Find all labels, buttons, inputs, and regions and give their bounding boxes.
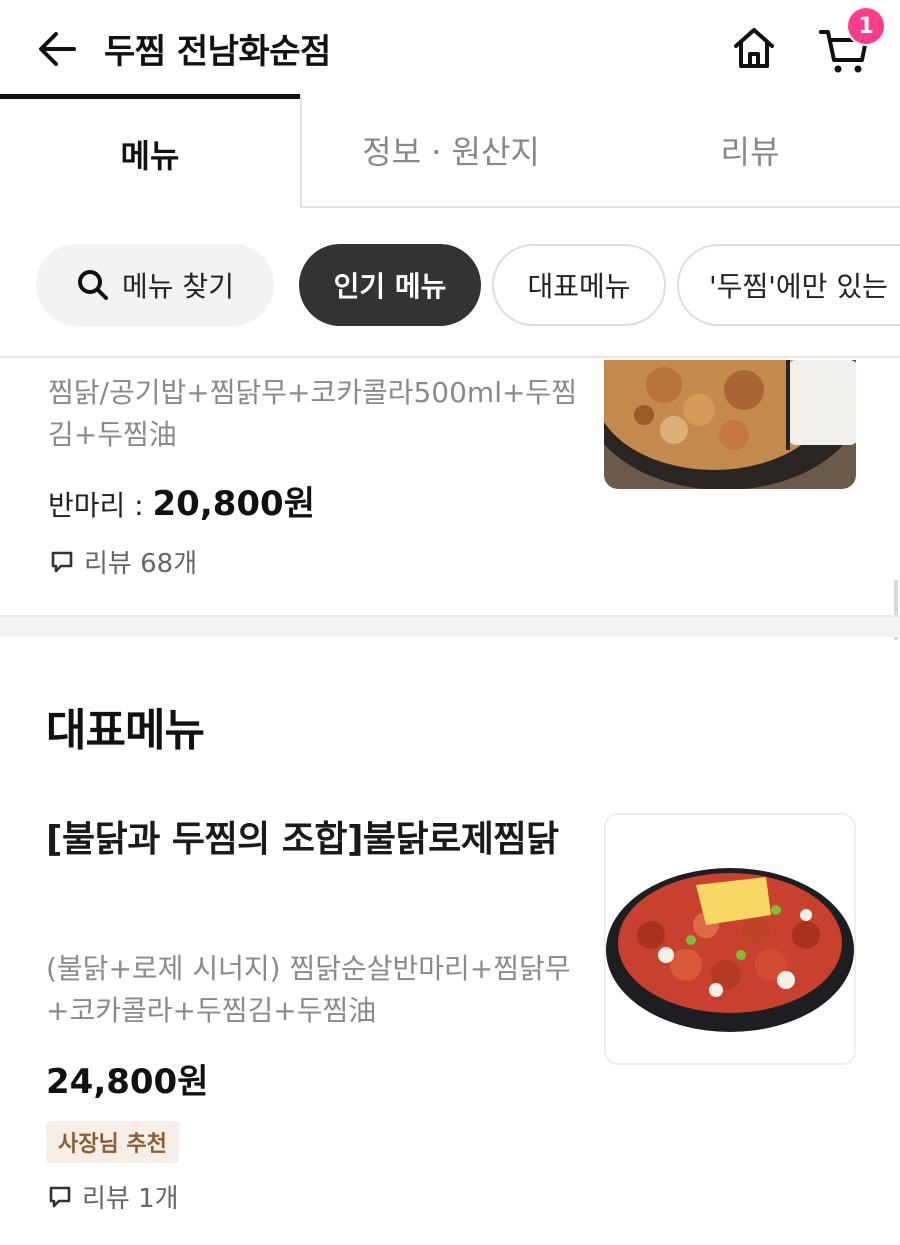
- price-amount: 20,800원: [152, 484, 315, 524]
- menu-item-price: 24,800원: [46, 1062, 209, 1102]
- menu-item-review-count[interactable]: 리뷰 1개: [46, 1178, 179, 1215]
- section-divider: [0, 615, 900, 637]
- menu-item-photo[interactable]: [604, 360, 856, 489]
- cart-count-badge: 1: [846, 6, 886, 46]
- section-title: 대표메뉴: [46, 705, 205, 756]
- chip-main-menu[interactable]: 대표메뉴: [492, 244, 666, 326]
- tab-info-origin[interactable]: 정보 · 원산지: [300, 94, 600, 208]
- price-label: 반마리 :: [48, 489, 153, 522]
- review-count-text: 리뷰 68개: [84, 549, 198, 579]
- menu-item-description[interactable]: (불닭+로제 시너지) 찜닭순살반마리+찜닭무+코카콜라+두찜김+두찜油: [46, 948, 586, 1032]
- review-count-text: 리뷰 1개: [82, 1184, 179, 1214]
- chip-dujjim-only[interactable]: '두찜'에만 있는: [677, 244, 900, 326]
- menu-item-photo[interactable]: [604, 813, 856, 1065]
- app-header: 두찜 전남화순점 1: [0, 0, 900, 96]
- menu-search-chip[interactable]: 메뉴 찾기: [36, 244, 274, 326]
- home-icon[interactable]: [730, 24, 778, 72]
- menu-item-review-count[interactable]: 리뷰 68개: [48, 543, 197, 580]
- store-title: 두찜 전남화순점: [104, 32, 331, 72]
- tab-menu[interactable]: 메뉴: [0, 94, 300, 208]
- speech-bubble-icon: [51, 551, 73, 572]
- menu-category-chips: 메뉴 찾기 인기 메뉴 대표메뉴 '두찜'에만 있는: [0, 208, 900, 358]
- menu-item-description[interactable]: 찜닭/공기밥+찜닭무+코카콜라500ml+두찜김+두찜油: [48, 372, 588, 456]
- tab-review[interactable]: 리뷰: [600, 94, 900, 208]
- menu-search-label: 메뉴 찾기: [122, 270, 234, 303]
- owner-recommend-badge: 사장님 추천: [46, 1121, 179, 1163]
- back-arrow-icon[interactable]: [34, 26, 80, 72]
- chip-popular-menu[interactable]: 인기 메뉴: [299, 244, 481, 326]
- store-tabs: 메뉴 정보 · 원산지 리뷰: [0, 94, 900, 208]
- menu-item-price: 반마리 : 20,800원: [48, 476, 315, 525]
- search-icon: [78, 270, 109, 300]
- menu-item-name[interactable]: [불닭과 두찜의 조합]불닭로제찜닭: [46, 812, 586, 868]
- speech-bubble-icon: [49, 1186, 71, 1207]
